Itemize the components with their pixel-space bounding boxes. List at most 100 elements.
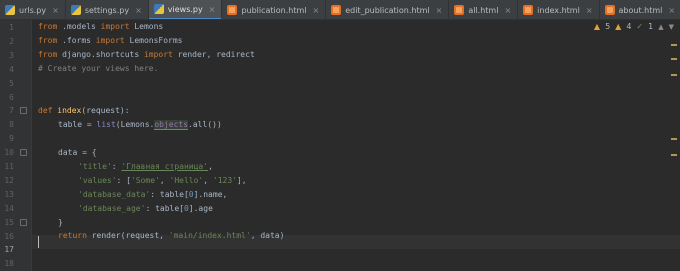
- function-name: index: [57, 106, 82, 115]
- close-icon[interactable]: ×: [52, 6, 59, 15]
- code-text: ].name,: [193, 190, 228, 199]
- close-icon[interactable]: ×: [436, 6, 443, 15]
- code-text: table =: [58, 120, 97, 129]
- inspection-widget[interactable]: ▲ 5 ▲ 4 ✓ 1 ▲ ▼: [594, 22, 674, 31]
- line-number: 13: [4, 189, 14, 199]
- tab-index-html[interactable]: index.html ×: [518, 0, 600, 19]
- tab-settings-py[interactable]: settings.py ×: [66, 0, 149, 19]
- string-literal: 'Главная страница': [121, 162, 209, 171]
- code-text: , data): [250, 231, 285, 240]
- string-literal: 'Some': [130, 176, 160, 185]
- keyword: return: [58, 231, 87, 240]
- fold-marker-icon[interactable]: [20, 107, 27, 115]
- code-text: ,: [203, 176, 213, 185]
- string-literal: 'database_age': [78, 204, 146, 213]
- line-number-gutter: 1 2 3 4 5 6 7 8 9 10 11 12 13 14 15 16 17 18: [0, 20, 32, 271]
- close-icon[interactable]: ×: [135, 6, 142, 15]
- html-file-icon: [604, 5, 615, 15]
- close-icon[interactable]: ×: [586, 6, 593, 15]
- line-number: 8: [9, 120, 14, 130]
- weak-warning-icon: ▲: [615, 22, 622, 31]
- editor-scrollbar[interactable]: [668, 20, 680, 271]
- code-editor[interactable]: 1 2 3 4 5 6 7 8 9 10 11 12 13 14 15 16 17 18 from .models…: [0, 20, 680, 271]
- imported-name: render, redirect: [172, 50, 255, 59]
- tab-edit-publication-html[interactable]: edit_publication.html ×: [326, 0, 450, 19]
- code-text: render(request,: [86, 231, 169, 240]
- code-line-3: from django.shortcuts import render, red…: [38, 48, 255, 62]
- warning-marker[interactable]: [671, 58, 677, 60]
- line-number: 17: [4, 245, 14, 255]
- tab-about-html[interactable]: about.html ×: [600, 0, 680, 19]
- code-text: :: [111, 162, 122, 171]
- html-file-icon: [227, 5, 238, 15]
- chevron-up-icon[interactable]: ▲: [658, 23, 663, 31]
- code-line-16: return render(request, 'main/index.html'…: [58, 229, 284, 243]
- warning-marker[interactable]: [671, 44, 677, 46]
- string-literal: 'title': [78, 162, 112, 171]
- tab-label: edit_publication.html: [345, 5, 430, 15]
- warning-marker[interactable]: [671, 138, 677, 140]
- code-line-12: 'values': ['Some', 'Hello', '123'],: [78, 174, 247, 188]
- tab-publication-html[interactable]: publication.html ×: [222, 0, 327, 19]
- warning-marker[interactable]: [671, 154, 677, 156]
- code-line-10: data = {: [58, 148, 97, 157]
- line-number: 15: [4, 217, 14, 227]
- tab-label: views.py: [167, 4, 203, 14]
- line-number: 5: [9, 78, 14, 88]
- fold-marker-icon[interactable]: [20, 218, 27, 226]
- code-line-7: def index(request):: [38, 104, 130, 118]
- code-text: .all()): [188, 120, 222, 129]
- close-icon[interactable]: ×: [504, 6, 511, 15]
- line-number: 11: [4, 162, 14, 171]
- fold-marker-icon[interactable]: [20, 149, 27, 157]
- check-icon: ✓: [636, 22, 644, 31]
- string-literal: 'main/index.html': [168, 231, 251, 240]
- warning-icon: ▲: [593, 22, 601, 31]
- line-number: 3: [9, 50, 14, 60]
- tab-urls-py[interactable]: urls.py ×: [0, 0, 66, 19]
- text-caret: [38, 236, 39, 248]
- keyword: from: [38, 36, 58, 45]
- code-line-15: }: [58, 218, 63, 227]
- string-literal: 'Hello': [169, 176, 204, 185]
- tab-label: index.html: [537, 5, 580, 15]
- close-icon[interactable]: ×: [313, 6, 320, 15]
- keyword: import: [95, 36, 125, 45]
- code-line-1: from .models import Lemons: [38, 20, 163, 34]
- code-line-8: table = list(Lemons.objects.all()): [58, 118, 222, 132]
- imported-name: Lemons: [129, 22, 164, 31]
- code-text: ].age: [188, 204, 213, 213]
- module-name: django.shortcuts: [57, 50, 144, 59]
- code-line-11: 'title': 'Главная страница',: [78, 160, 213, 174]
- close-icon[interactable]: ×: [668, 6, 675, 15]
- line-number: 18: [4, 259, 14, 269]
- code-text: : table[: [150, 190, 189, 199]
- code-text: ],: [236, 176, 247, 185]
- tab-views-py[interactable]: views.py ×: [148, 0, 223, 19]
- line-number: 1: [9, 23, 14, 32]
- code-text: : table[: [145, 204, 184, 213]
- tab-label: publication.html: [241, 5, 307, 15]
- python-file-icon: [5, 5, 15, 15]
- keyword: def: [38, 106, 53, 115]
- code-line-14: 'database_age': table[0].age: [78, 202, 213, 216]
- line-number: 2: [9, 36, 14, 46]
- tab-label: all.html: [468, 5, 499, 15]
- code-line-4: # Create your views here.: [38, 64, 159, 73]
- line-number: 9: [9, 134, 14, 144]
- line-number: 6: [9, 92, 14, 102]
- close-icon[interactable]: ×: [209, 5, 216, 14]
- keyword: from: [38, 50, 58, 59]
- tab-label: urls.py: [19, 5, 47, 15]
- html-file-icon: [331, 5, 342, 15]
- tab-all-html[interactable]: all.html ×: [449, 0, 519, 19]
- code-line-13: 'database_data': table[0].name,: [78, 188, 227, 202]
- warning-marker[interactable]: [671, 74, 677, 76]
- weak-warning-count: 4: [626, 22, 632, 31]
- code-text: : [: [116, 176, 131, 185]
- string-literal: 'database_data': [78, 190, 151, 199]
- tab-label: about.html: [618, 5, 663, 15]
- editor-tab-bar: urls.py × settings.py × views.py × publication…: [0, 0, 680, 20]
- module-name: .models: [57, 22, 101, 31]
- html-file-icon: [454, 5, 465, 15]
